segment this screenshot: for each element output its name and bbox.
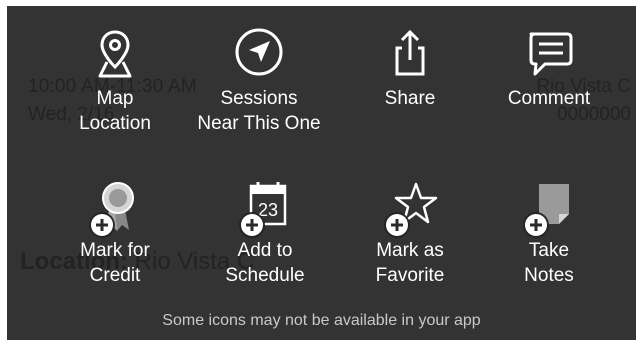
- sessions-near-button[interactable]: Sessions Near This One: [184, 26, 334, 136]
- add-badge-icon: [91, 214, 113, 236]
- award-ribbon-icon: [87, 178, 143, 236]
- take-notes-button[interactable]: Take Notes: [474, 178, 624, 288]
- action-sheet: Map Location Sessions Near This One Shar…: [7, 6, 636, 340]
- calendar-icon: 23: [237, 178, 293, 236]
- mark-as-favorite-button[interactable]: Mark as Favorite: [335, 178, 485, 288]
- add-badge-icon: [241, 214, 263, 236]
- comment-icon: [521, 26, 577, 82]
- mark-for-credit-button[interactable]: Mark for Credit: [40, 178, 190, 288]
- add-to-schedule-label: Add to Schedule: [225, 240, 305, 286]
- availability-note: Some icons may not be available in your …: [162, 312, 481, 329]
- take-notes-label: Take Notes: [524, 240, 574, 286]
- share-button[interactable]: Share: [335, 26, 485, 111]
- map-location-label: Map Location: [79, 88, 151, 134]
- calendar-day-text: 23: [258, 200, 278, 220]
- note-icon: [521, 178, 577, 236]
- screen: 10:00 AM-11:30 AM Wed, 2/16 Rio Vista C …: [0, 0, 643, 347]
- map-pin-icon: [87, 26, 143, 82]
- action-grid: Map Location Sessions Near This One Shar…: [7, 6, 636, 306]
- mark-for-credit-label: Mark for Credit: [80, 240, 150, 286]
- share-icon: [382, 26, 438, 82]
- add-badge-icon: [386, 214, 408, 236]
- comment-label: Comment: [507, 88, 591, 109]
- mark-as-favorite-label: Mark as Favorite: [375, 240, 445, 286]
- star-icon: [382, 178, 438, 236]
- comment-button[interactable]: Comment: [474, 26, 624, 111]
- share-label: Share: [384, 88, 436, 109]
- sessions-near-label: Sessions Near This One: [197, 88, 321, 134]
- navigation-arrow-icon: [231, 26, 287, 82]
- add-badge-icon: [525, 214, 547, 236]
- map-location-button[interactable]: Map Location: [40, 26, 190, 136]
- add-to-schedule-button[interactable]: 23 Add to Schedule: [190, 178, 340, 288]
